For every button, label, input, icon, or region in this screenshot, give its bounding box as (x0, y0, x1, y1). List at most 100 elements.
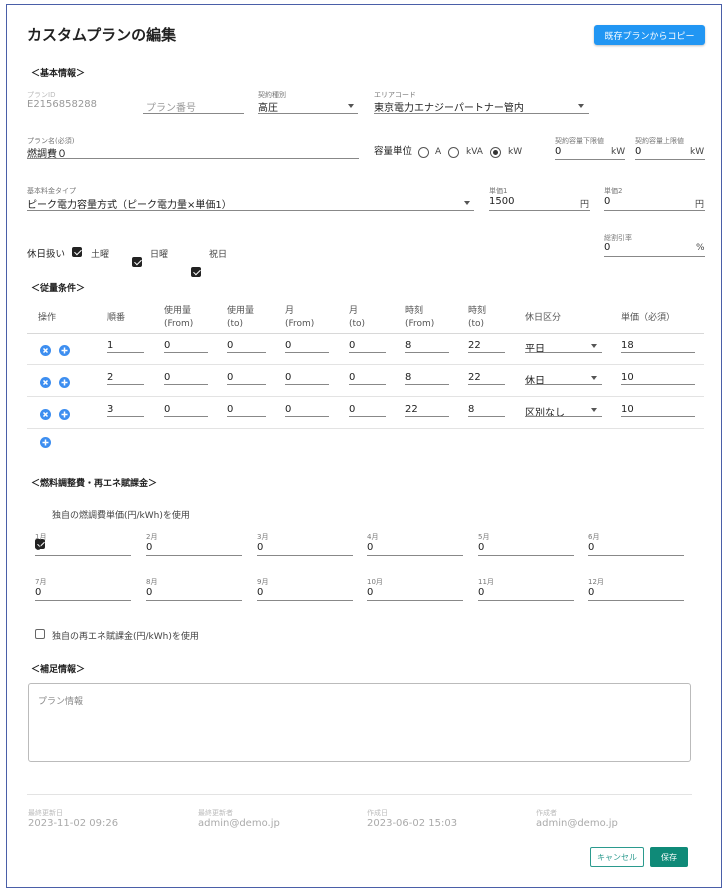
month-2-input[interactable]: 0 (146, 542, 152, 553)
row3-order-underline (107, 416, 144, 417)
discount-input[interactable]: 0 (604, 242, 610, 253)
month-5-input[interactable]: 0 (478, 542, 484, 553)
row2-price[interactable]: 10 (621, 372, 634, 383)
row3-order[interactable]: 3 (107, 404, 113, 415)
add-row-icon[interactable] (59, 345, 70, 356)
month-9-input[interactable]: 0 (257, 587, 263, 598)
save-button[interactable]: 保存 (650, 847, 688, 867)
th-time-to-2: (to) (468, 319, 485, 329)
th-month-from: 月 (From) (285, 305, 314, 331)
radio-kva[interactable] (448, 147, 459, 158)
row2-order[interactable]: 2 (107, 372, 113, 383)
holiday-saturday-checkbox[interactable] (72, 247, 82, 257)
month-11-underline (478, 600, 574, 601)
row3-divider (27, 428, 704, 429)
area-code-select[interactable]: 東京電力エナジーパートナー管内 (374, 99, 524, 114)
row2-usage-from[interactable]: 0 (164, 372, 170, 383)
month-3-input[interactable]: 0 (257, 542, 263, 553)
month-11-input[interactable]: 0 (478, 587, 484, 598)
holiday-saturday-label: 土曜 (91, 250, 110, 260)
th-month-from-2: (From) (285, 319, 315, 329)
contract-type-select[interactable]: 高圧 (258, 99, 278, 114)
row1-price[interactable]: 18 (621, 340, 634, 351)
radio-a[interactable] (418, 147, 429, 158)
base-fee-type-select[interactable]: ピーク電力容量方式（ピーク電力量×単価1） (27, 196, 232, 211)
plan-number-input[interactable]: プラン番号 (146, 99, 196, 114)
row1-order[interactable]: 1 (107, 340, 113, 351)
add-row-icon[interactable] (59, 377, 70, 388)
row2-usage-to[interactable]: 0 (227, 372, 233, 383)
month-10-input[interactable]: 0 (367, 587, 373, 598)
row3-price[interactable]: 10 (621, 404, 634, 415)
chevron-down-icon[interactable] (591, 376, 597, 380)
radio-kw[interactable] (490, 147, 501, 158)
month-7-input[interactable]: 0 (35, 587, 41, 598)
price2-underline (604, 210, 705, 211)
price2-input[interactable]: 0 (604, 196, 610, 207)
month-12-input[interactable]: 0 (588, 587, 594, 598)
holiday-national-checkbox[interactable] (191, 267, 201, 277)
row2-time-to[interactable]: 22 (468, 372, 481, 383)
price2-unit: 円 (695, 200, 705, 210)
add-row-icon[interactable] (40, 437, 51, 448)
th-operation: 操作 (38, 313, 57, 323)
chevron-down-icon[interactable] (578, 104, 584, 108)
chevron-down-icon[interactable] (591, 408, 597, 412)
row3-time-to[interactable]: 8 (468, 404, 474, 415)
month-6-input[interactable]: 0 (588, 542, 594, 553)
month-1-input[interactable]: 0 (35, 542, 41, 553)
remove-row-icon[interactable] (40, 409, 51, 420)
holiday-treatment-label: 休日扱い (27, 249, 66, 260)
chevron-down-icon[interactable] (348, 104, 354, 108)
plan-id-value: E2156858288 (27, 99, 97, 110)
row3-month-from[interactable]: 0 (285, 404, 291, 415)
own-renewable-checkbox[interactable] (35, 629, 45, 639)
row1-order-underline (107, 352, 144, 353)
chevron-down-icon[interactable] (591, 344, 597, 348)
row1-time-to[interactable]: 22 (468, 340, 481, 351)
row2-month-from[interactable]: 0 (285, 372, 291, 383)
row2-time-from[interactable]: 8 (405, 372, 411, 383)
cancel-button[interactable]: キャンセル (590, 847, 644, 867)
chevron-down-icon[interactable] (464, 201, 470, 205)
copy-from-existing-button[interactable]: 既存プランからコピー (594, 25, 705, 45)
table-header-divider (27, 333, 704, 334)
row2-order-underline (107, 384, 144, 385)
holiday-sunday-checkbox[interactable] (132, 257, 142, 267)
remove-row-icon[interactable] (40, 345, 51, 356)
discount-underline (604, 256, 705, 257)
row1-time-from[interactable]: 8 (405, 340, 411, 351)
base-fee-type-underline (27, 210, 474, 211)
row3-usage-from[interactable]: 0 (164, 404, 170, 415)
max-capacity-underline (635, 159, 705, 160)
row1-usage-to-underline (227, 352, 266, 353)
month-4-input[interactable]: 0 (367, 542, 373, 553)
row1-month-from[interactable]: 0 (285, 340, 291, 351)
row3-time-from[interactable]: 22 (405, 404, 418, 415)
month-8-label: 8月 (146, 578, 158, 586)
month-8-underline (146, 600, 242, 601)
month-9-label: 9月 (257, 578, 269, 586)
updated-by-value: admin@demo.jp (198, 818, 280, 829)
max-capacity-input[interactable]: 0 (635, 146, 641, 157)
add-row-icon[interactable] (59, 409, 70, 420)
row1-usage-from[interactable]: 0 (164, 340, 170, 351)
row1-month-to[interactable]: 0 (349, 340, 355, 351)
row1-usage-to[interactable]: 0 (227, 340, 233, 351)
capacity-unit-label: 容量単位 (374, 146, 413, 157)
remove-row-icon[interactable] (40, 377, 51, 388)
row2-time-to-underline (468, 384, 505, 385)
price1-underline (489, 210, 590, 211)
price1-input[interactable]: 1500 (489, 196, 514, 207)
month-7-label: 7月 (35, 578, 47, 586)
row3-time-from-underline (405, 416, 449, 417)
row3-month-to[interactable]: 0 (349, 404, 355, 415)
th-unit-price: 単価（必須） (621, 313, 676, 323)
month-8-input[interactable]: 0 (146, 587, 152, 598)
min-capacity-input[interactable]: 0 (555, 146, 561, 157)
row3-usage-to[interactable]: 0 (227, 404, 233, 415)
row1-price-underline (621, 352, 695, 353)
plan-info-textarea[interactable]: プラン情報 (28, 683, 691, 762)
row2-month-to[interactable]: 0 (349, 372, 355, 383)
th-usage-from-2: (From) (164, 319, 194, 329)
